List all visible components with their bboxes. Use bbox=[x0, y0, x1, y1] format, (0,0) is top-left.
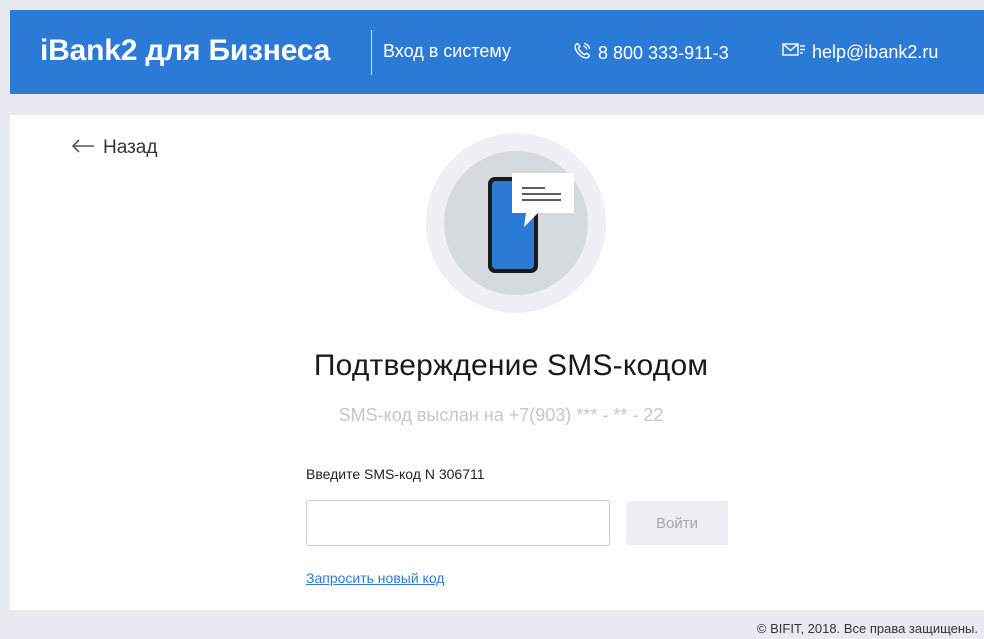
email-contact[interactable]: help@ibank2.ru bbox=[782, 41, 938, 64]
page-title: Подтверждение SMS-кодом bbox=[313, 349, 709, 382]
back-link[interactable]: Назад bbox=[71, 137, 157, 159]
sms-sent-info: SMS-код выслан на +7(903) *** - ** - 22 bbox=[338, 405, 664, 425]
phone-number: 8 800 333-911-3 bbox=[598, 43, 729, 63]
brand-logo[interactable]: iBank2 для Бизнеса bbox=[40, 34, 330, 68]
copyright: © BIFIT, 2018. Все права защищены. bbox=[756, 621, 978, 636]
arrow-left-icon bbox=[71, 137, 95, 159]
back-label: Назад bbox=[103, 137, 158, 158]
login-card: Назад Подтверждение SMS-кодом SMS-код вы… bbox=[10, 115, 984, 610]
mail-icon bbox=[782, 41, 806, 64]
sms-code-input[interactable] bbox=[306, 500, 610, 546]
top-header: iBank2 для Бизнеса Вход в систему 8 800 … bbox=[10, 10, 984, 94]
phone-sms-icon bbox=[426, 133, 606, 313]
phone-icon bbox=[572, 41, 592, 66]
login-link[interactable]: Вход в систему bbox=[383, 41, 511, 62]
sms-code-label: Введите SMS-код N 306711 bbox=[306, 466, 485, 482]
header-divider bbox=[371, 30, 372, 75]
resend-code-link[interactable]: Запросить новый код bbox=[306, 570, 444, 586]
login-button[interactable]: Войти bbox=[626, 501, 728, 545]
phone-contact[interactable]: 8 800 333-911-3 bbox=[572, 41, 729, 66]
email-address: help@ibank2.ru bbox=[812, 42, 939, 62]
